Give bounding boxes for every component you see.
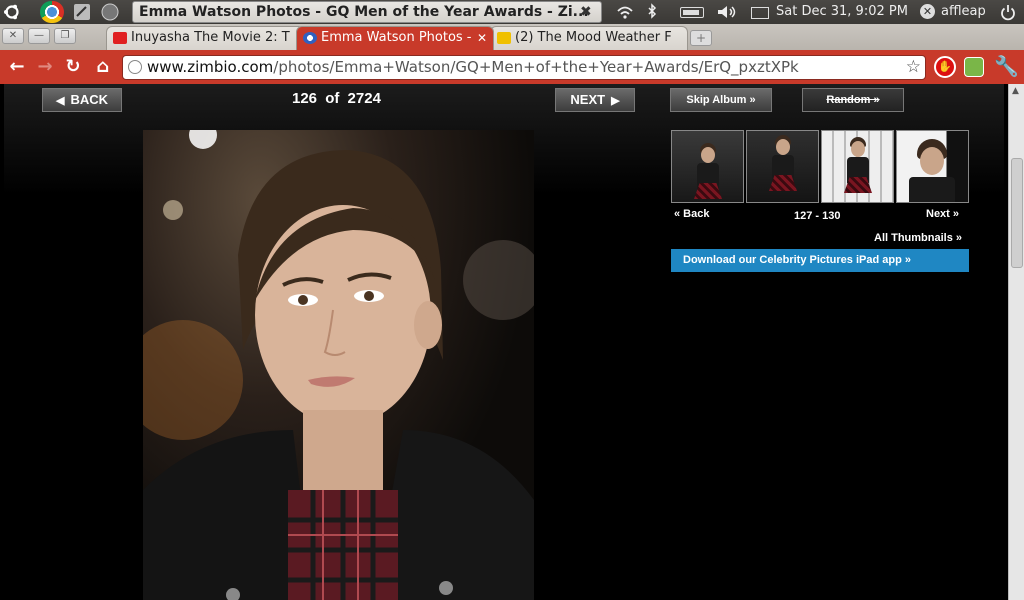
chrome-launcher-icon[interactable] (40, 1, 64, 23)
wrench-menu-icon[interactable]: 🔧 (994, 54, 1019, 78)
tab-close-icon[interactable]: ✕ (477, 27, 487, 49)
address-bar[interactable]: www.zimbio.com/photos/Emma+Watson/GQ+Men… (122, 55, 926, 80)
window-minimize-button[interactable]: — (28, 28, 50, 44)
volume-icon[interactable] (716, 0, 738, 24)
tab-inuyasha[interactable]: Inuyasha The Movie 2: T (106, 26, 304, 50)
reload-icon[interactable]: ↻ (62, 56, 84, 78)
window-maximize-button[interactable]: ❐ (54, 28, 76, 44)
bluetooth-icon[interactable] (646, 0, 658, 24)
skip-album-button[interactable]: Skip Album » (670, 88, 772, 112)
user-name[interactable]: affleap (941, 0, 986, 24)
gallery-container: BACK 126 of 2724 NEXT Skip Album » Rando… (4, 84, 1004, 600)
thumbnails-range: 127 - 130 (794, 210, 841, 222)
thumbnails-next-link[interactable]: Next » (926, 208, 959, 220)
tab-label: (2) The Mood Weather F (515, 30, 672, 45)
new-tab-button[interactable]: + (690, 30, 712, 46)
web-page: BACK 126 of 2724 NEXT Skip Album » Rando… (0, 84, 1008, 600)
tab-label: Emma Watson Photos - (321, 30, 472, 45)
photo-counter: 126 of 2724 (292, 90, 381, 107)
ipad-app-promo-link[interactable]: Download our Celebrity Pictures iPad app… (671, 249, 969, 272)
thumb-figure-head (701, 147, 715, 163)
active-window-title[interactable]: Emma Watson Photos - GQ Men of the Year … (132, 1, 602, 23)
of-word: of (325, 90, 340, 107)
battery-icon[interactable] (680, 7, 704, 18)
scrollbar-thumb[interactable] (1011, 158, 1023, 268)
user-status-icon[interactable]: ✕ (920, 4, 935, 19)
scroll-up-arrow-icon[interactable]: ▲ (1012, 86, 1019, 96)
clock[interactable]: Sat Dec 31, 9:02 PM (776, 0, 908, 24)
thumbnails-back-link[interactable]: « Back (674, 208, 709, 220)
power-icon[interactable] (1000, 0, 1016, 24)
zimbio-favicon-icon (303, 32, 317, 44)
ubuntu-logo-icon[interactable] (2, 2, 22, 22)
browser-toolbar: ← → ↻ ⌂ www.zimbio.com/photos/Emma+Watso… (0, 50, 1024, 84)
thumbnail-3[interactable] (821, 130, 894, 203)
window-close-icon[interactable]: ✖ (580, 4, 592, 20)
all-thumbnails-link[interactable]: All Thumbnails » (874, 232, 962, 244)
system-panel: Emma Watson Photos - GQ Men of the Year … (0, 0, 1024, 24)
thumbnail-1[interactable] (671, 130, 744, 203)
thumb-figure-head (776, 139, 790, 155)
thumb-figure-head (920, 147, 944, 175)
thumbnail-2[interactable] (746, 130, 819, 203)
current-index: 126 (292, 90, 318, 107)
gallery-next-button[interactable]: NEXT (555, 88, 635, 112)
text-editor-icon[interactable] (72, 2, 92, 22)
youtube-favicon-icon (113, 32, 127, 44)
facebook-game-favicon-icon (497, 32, 511, 44)
home-icon[interactable]: ⌂ (92, 56, 114, 78)
page-info-globe-icon[interactable] (128, 60, 142, 74)
tab-mood-weather[interactable]: (2) The Mood Weather F (490, 26, 688, 50)
tab-emma-watson-active[interactable]: Emma Watson Photos - ✕ (296, 26, 494, 50)
browser-forward-icon[interactable]: → (34, 56, 56, 78)
wifi-icon[interactable] (616, 0, 634, 24)
gallery-back-button[interactable]: BACK (42, 88, 122, 112)
bookmark-star-icon[interactable]: ☆ (906, 56, 921, 79)
globe-launcher-icon[interactable] (100, 2, 120, 22)
url-path: /photos/Emma+Watson/GQ+Men+of+the+Year+A… (273, 58, 799, 76)
random-button[interactable]: Random » (802, 88, 904, 112)
tab-strip: ✕ — ❐ Inuyasha The Movie 2: T (2) The Mo… (0, 24, 1024, 50)
mail-icon[interactable] (751, 7, 769, 19)
window-close-button[interactable]: ✕ (2, 28, 24, 44)
thumb-figure-head (851, 141, 865, 157)
adblock-extension-icon[interactable]: ✋ (934, 56, 956, 78)
main-photo[interactable] (143, 130, 534, 600)
total-count: 2724 (347, 90, 381, 107)
url-host: www.zimbio.com (147, 58, 274, 76)
thumbnail-4[interactable] (896, 130, 969, 203)
thumb-figure-body (909, 177, 955, 202)
tab-label: Inuyasha The Movie 2: T (131, 30, 290, 45)
vertical-scrollbar[interactable]: ▲ (1008, 84, 1024, 600)
browser-back-icon[interactable]: ← (6, 56, 28, 78)
extension-icon[interactable] (964, 57, 984, 77)
